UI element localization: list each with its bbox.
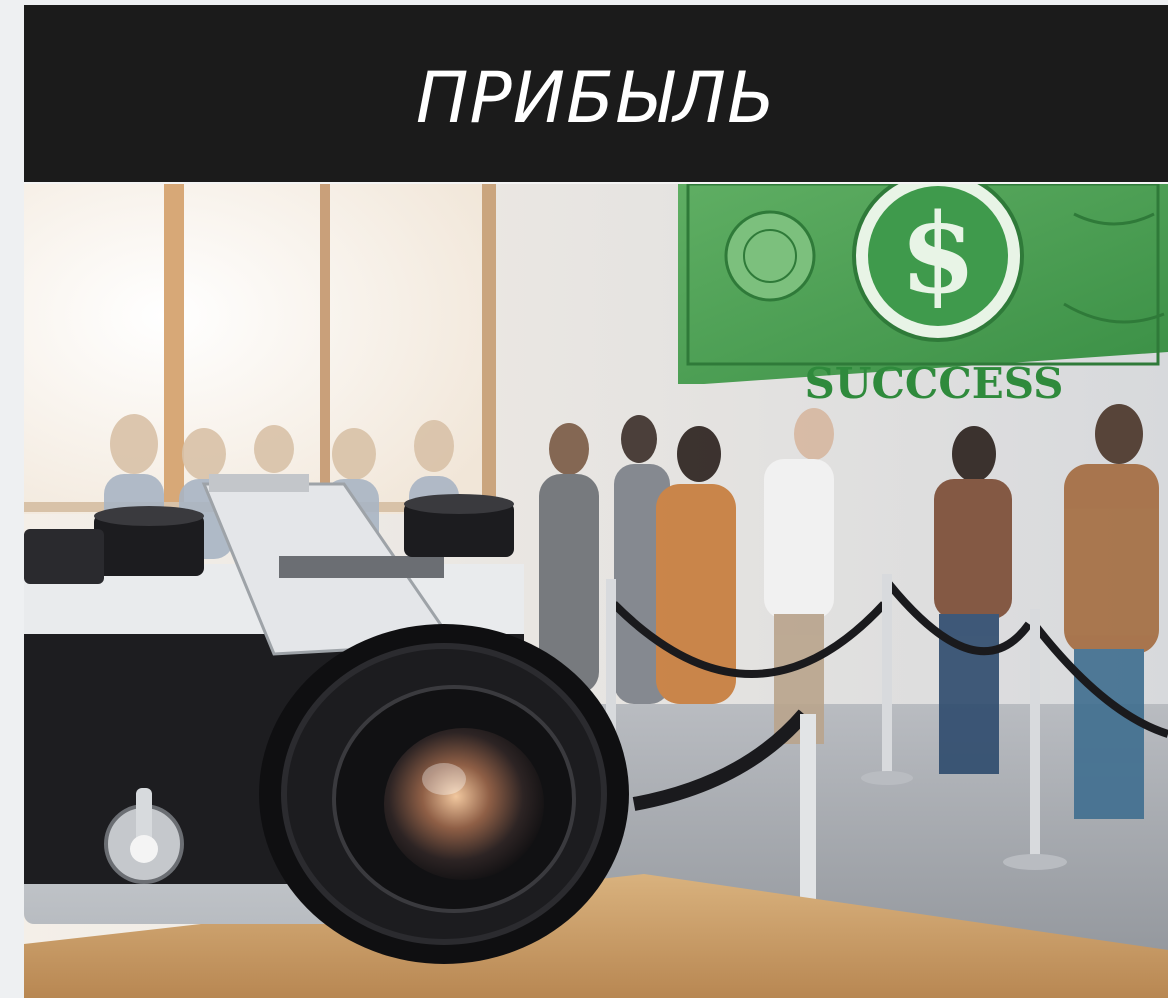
dollar-sign-icon: $ <box>900 189 977 318</box>
hero-image: $ SUCCCESS <box>24 184 1168 998</box>
dollar-bill: $ <box>678 184 1168 384</box>
page-title: ПРИБЫЛЬ <box>415 56 777 139</box>
banner-word: SUCCCESS <box>805 359 1064 408</box>
title-bar: ПРИБЫЛЬ <box>24 5 1168 182</box>
hero-illustration: $ SUCCCESS <box>24 184 1168 998</box>
content-card: ПРИБЫЛЬ $ SUCCCESS <box>24 5 1168 998</box>
bill-seal-icon <box>724 210 816 302</box>
